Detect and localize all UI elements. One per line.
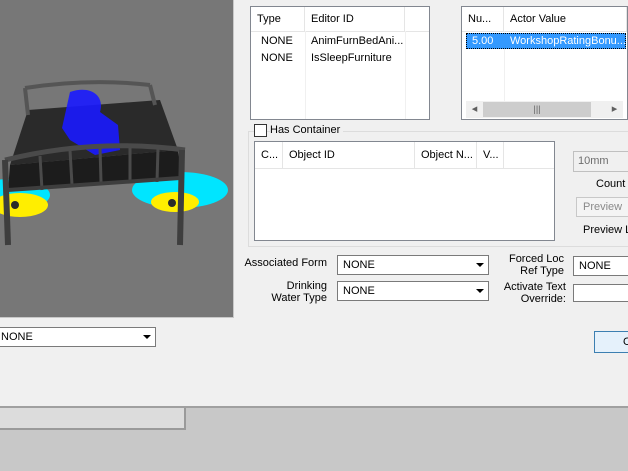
col-value[interactable]: V... [477, 142, 504, 168]
associated-form-dropdown[interactable]: NONE [337, 255, 489, 275]
render-viewport[interactable] [0, 0, 234, 318]
col-type[interactable]: Type [251, 7, 305, 31]
bed-model-image [0, 80, 228, 246]
list-item-number: 5.00 [472, 35, 494, 47]
left-dropdown[interactable]: NONE [0, 327, 156, 347]
list-item-actor-value: WorkshopRatingBonu... [510, 35, 626, 47]
col-actor-value[interactable]: Actor Value [504, 7, 627, 31]
list-item-type[interactable]: NONE [255, 50, 305, 66]
has-container-label: Has Container [270, 124, 344, 137]
activate-text-label: Activate Text Override: [503, 281, 566, 305]
list-item-editor-id[interactable]: AnimFurnBedAni... [305, 33, 405, 49]
ok-button[interactable]: O [594, 331, 628, 353]
col-count[interactable]: C... [255, 142, 283, 168]
horizontal-scrollbar[interactable]: ◂ ||| ▸ [466, 101, 623, 118]
col-object-name[interactable]: Object N... [415, 142, 477, 168]
forced-loc-label: Forced Loc Ref Type [508, 253, 564, 277]
list-item-editor-id[interactable]: IsSleepFurniture [305, 50, 405, 66]
background-window-frame [0, 408, 186, 430]
container-object-list[interactable]: C... Object ID Object N... V... [254, 141, 555, 241]
distance-field[interactable]: 10mm [573, 151, 628, 172]
col-editor-id[interactable]: Editor ID [305, 7, 405, 31]
preview-button[interactable]: Preview [576, 197, 628, 217]
actor-value-list[interactable]: Nu... Actor Value 5.00 WorkshopRatingBon… [461, 6, 628, 120]
list-item-type[interactable]: NONE [255, 33, 305, 49]
chevron-down-icon [476, 289, 484, 293]
forced-loc-dropdown[interactable]: NONE [573, 256, 628, 276]
preview-label: Preview L [583, 224, 628, 236]
scroll-right-icon[interactable]: ▸ [606, 101, 623, 118]
chevron-down-icon [476, 263, 484, 267]
scroll-left-icon[interactable]: ◂ [466, 101, 483, 118]
keyword-list[interactable]: Type Editor ID NONE AnimFurnBedAni... NO… [250, 6, 430, 120]
col-object-id[interactable]: Object ID [283, 142, 415, 168]
container-list-header: C... Object ID Object N... V... [255, 142, 554, 169]
associated-form-label: Associated Form [244, 257, 327, 269]
scroll-thumb[interactable]: ||| [483, 102, 591, 117]
actor-value-list-header: Nu... Actor Value [462, 7, 627, 32]
activate-text-input[interactable] [573, 284, 628, 302]
chevron-down-icon [143, 335, 151, 339]
keyword-list-header: Type Editor ID [251, 7, 429, 32]
drinking-water-dropdown[interactable]: NONE [337, 281, 489, 301]
col-number[interactable]: Nu... [462, 7, 504, 31]
drinking-water-label: Drinking Water Type [271, 280, 327, 304]
count-label: Count [596, 178, 626, 190]
has-container-checkbox[interactable] [254, 124, 267, 137]
